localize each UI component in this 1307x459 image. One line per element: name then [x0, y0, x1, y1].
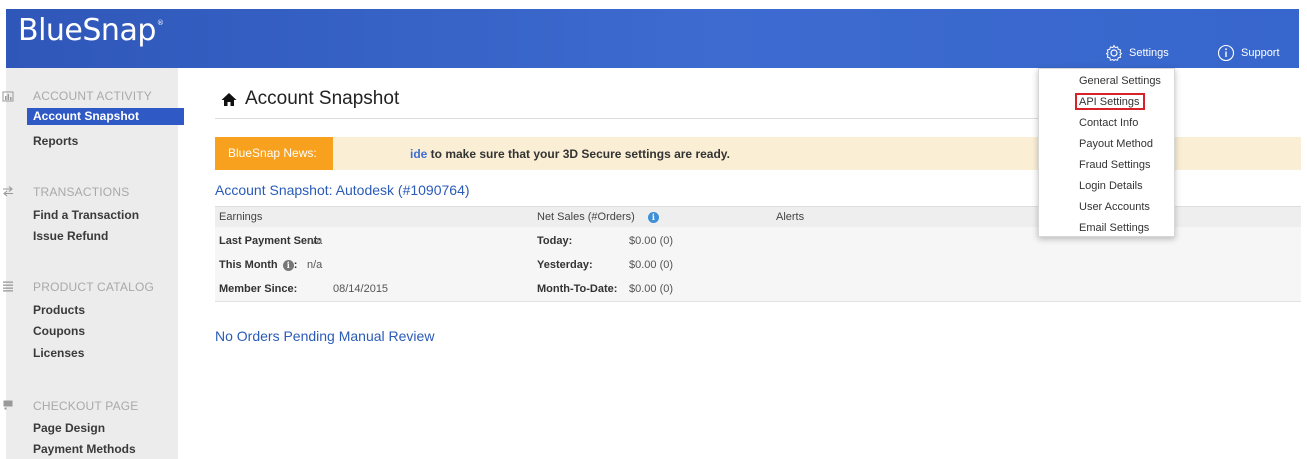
page-title: Account Snapshot: [221, 88, 399, 110]
section-heading-product-catalog: PRODUCT CATALOG: [33, 280, 155, 294]
news-link[interactable]: ide: [410, 147, 427, 161]
section-heading-account-activity: ACCOUNT ACTIVITY: [33, 89, 152, 103]
page-title-text: Account Snapshot: [245, 88, 400, 109]
menu-item-payout-method[interactable]: Payout Method: [1079, 138, 1153, 150]
sidebar-item-page-design[interactable]: Page Design: [33, 421, 105, 435]
info-icon[interactable]: i: [282, 260, 294, 271]
sales-label: Yesterday:: [537, 259, 593, 271]
sidebar-item-coupons[interactable]: Coupons: [33, 324, 85, 338]
top-header-bar: BlueSnap® Settings Support: [6, 9, 1299, 68]
earnings-value: 08/14/2015: [333, 283, 389, 295]
settings-label: Settings: [1129, 47, 1169, 59]
sidebar: ACCOUNT ACTIVITY Account Snapshot Report…: [2, 68, 184, 459]
header-alerts: Alerts: [776, 211, 805, 223]
earnings-value: n/a: [307, 259, 323, 271]
logo-registered-mark: ®: [156, 19, 164, 27]
sidebar-item-products[interactable]: Products: [33, 303, 85, 317]
section-heading-transactions: TRANSACTIONS: [33, 185, 130, 199]
news-message-text: to make sure that your 3D Secure setting…: [427, 147, 730, 161]
sidebar-item-find-a-transaction[interactable]: Find a Transaction: [33, 208, 139, 222]
menu-item-email-settings[interactable]: Email Settings: [1079, 222, 1149, 234]
sidebar-item-payment-methods[interactable]: Payment Methods: [33, 442, 136, 456]
sidebar-item-reports[interactable]: Reports: [33, 134, 78, 148]
list-icon: [3, 281, 13, 292]
menu-item-fraud-settings[interactable]: Fraud Settings: [1079, 159, 1151, 171]
support-link[interactable]: Support: [1217, 44, 1280, 62]
support-label: Support: [1241, 47, 1280, 59]
logo-text: BlueSnap: [18, 13, 156, 48]
sales-value: $0.00 (0): [629, 235, 674, 247]
snapshot-title: Account Snapshot: Autodesk (#1090764): [215, 182, 470, 198]
sales-label: Today:: [537, 235, 573, 247]
sales-label: Month-To-Date:: [537, 283, 618, 295]
news-message: ide to make sure that your 3D Secure set…: [410, 147, 730, 161]
earnings-label: Member Since:: [219, 283, 298, 295]
bar-chart-icon: [2, 91, 14, 102]
this-month-label-text: This Month: [219, 259, 278, 271]
info-circle-icon: [1217, 44, 1235, 62]
header-net-sales: Net Sales (#Orders) i: [537, 211, 659, 223]
sidebar-item-account-snapshot[interactable]: Account Snapshot: [27, 108, 184, 125]
menu-item-user-accounts[interactable]: User Accounts: [1079, 201, 1150, 213]
pending-review-link[interactable]: No Orders Pending Manual Review: [215, 328, 434, 344]
info-icon[interactable]: i: [647, 212, 659, 223]
earnings-value: n/a: [307, 235, 323, 247]
sidebar-item-issue-refund[interactable]: Issue Refund: [33, 229, 108, 243]
bluesnap-console: BlueSnap® Settings Support ACCOUNT ACTIV…: [0, 0, 1307, 459]
menu-item-api-settings[interactable]: API Settings: [1079, 96, 1140, 108]
header-net-sales-text: Net Sales (#Orders): [537, 211, 635, 223]
title-divider: [215, 118, 1038, 119]
settings-menu-button[interactable]: Settings: [1105, 44, 1169, 62]
transfer-arrows-icon: [3, 186, 13, 197]
settings-dropdown: General Settings API Settings Contact In…: [1038, 68, 1175, 237]
earnings-label: This Month i:: [219, 259, 297, 271]
news-label: BlueSnap News:: [215, 137, 333, 170]
menu-item-general-settings[interactable]: General Settings: [1079, 75, 1161, 87]
snapshot-table-body: Last Payment Sent: n/a This Month i: n/a…: [215, 227, 1301, 302]
menu-item-login-details[interactable]: Login Details: [1079, 180, 1143, 192]
this-month-label-suffix: :: [293, 259, 298, 271]
header-earnings: Earnings: [219, 211, 263, 223]
menu-item-contact-info[interactable]: Contact Info: [1079, 117, 1138, 129]
earnings-label: Last Payment Sent:: [219, 235, 322, 247]
cart-icon: [3, 400, 13, 410]
bluesnap-logo[interactable]: BlueSnap®: [18, 13, 164, 48]
section-heading-checkout-page: CHECKOUT PAGE: [33, 399, 139, 413]
gear-icon: [1105, 44, 1123, 62]
sales-value: $0.00 (0): [629, 283, 674, 295]
home-icon: [221, 92, 237, 106]
sales-value: $0.00 (0): [629, 259, 674, 271]
sidebar-item-licenses[interactable]: Licenses: [33, 346, 84, 360]
